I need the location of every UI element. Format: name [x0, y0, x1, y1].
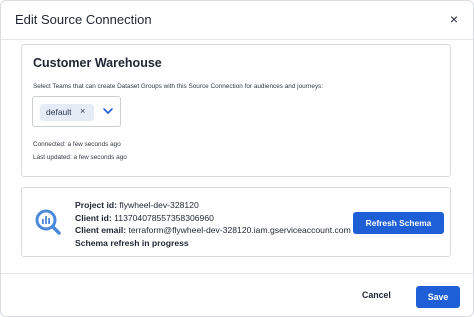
teams-select-label: Select Teams that can create Dataset Gro… [33, 83, 324, 90]
connected-status: Connected: a few seconds ago [33, 141, 121, 148]
dialog-footer: Cancel Save [1, 273, 473, 316]
remove-chip-icon[interactable]: × [80, 106, 85, 116]
chevron-down-icon[interactable] [102, 106, 114, 116]
schema-refresh-status: Schema refresh in progress [75, 237, 189, 248]
client-email-label: Client email: [75, 225, 127, 236]
edit-source-connection-dialog: Edit Source Connection × Customer Wareho… [0, 0, 474, 317]
refresh-schema-button[interactable]: Refresh Schema [353, 212, 444, 234]
client-id-value: 113704078557358306960 [114, 212, 214, 223]
schema-status-row: Schema refresh in progress [75, 237, 351, 250]
project-id-row: Project id: flywheel-dev-328120 [75, 199, 351, 212]
close-icon[interactable]: × [445, 10, 463, 28]
project-id-label: Project id: [75, 200, 118, 210]
client-id-label: Client id: [75, 212, 112, 223]
team-chip-label: default [46, 107, 72, 117]
client-id-row: Client id: 113704078557358306960 [75, 212, 351, 225]
client-email-row: Client email: terraform@flywheel-dev-328… [75, 224, 351, 237]
dialog-header: Edit Source Connection × [1, 1, 473, 40]
cancel-button[interactable]: Cancel [362, 290, 391, 300]
bigquery-icon [35, 209, 61, 235]
dialog-title: Edit Source Connection [15, 12, 152, 27]
teams-multiselect[interactable]: default × [32, 96, 121, 127]
project-id-value: flywheel-dev-328120 [119, 200, 199, 210]
client-email-value: terraform@flywheel-dev-328120.iam.gservi… [128, 225, 351, 236]
team-chip-default[interactable]: default × [40, 104, 94, 121]
connection-info: Project id: flywheel-dev-328120 Client i… [75, 199, 351, 249]
save-button[interactable]: Save [416, 286, 460, 308]
last-updated-status: Last updated: a few seconds ago [33, 154, 127, 161]
schema-card: Project id: flywheel-dev-328120 Client i… [21, 187, 451, 257]
source-name: Customer Warehouse [33, 56, 162, 70]
source-details-card: Customer Warehouse Select Teams that can… [21, 44, 451, 177]
